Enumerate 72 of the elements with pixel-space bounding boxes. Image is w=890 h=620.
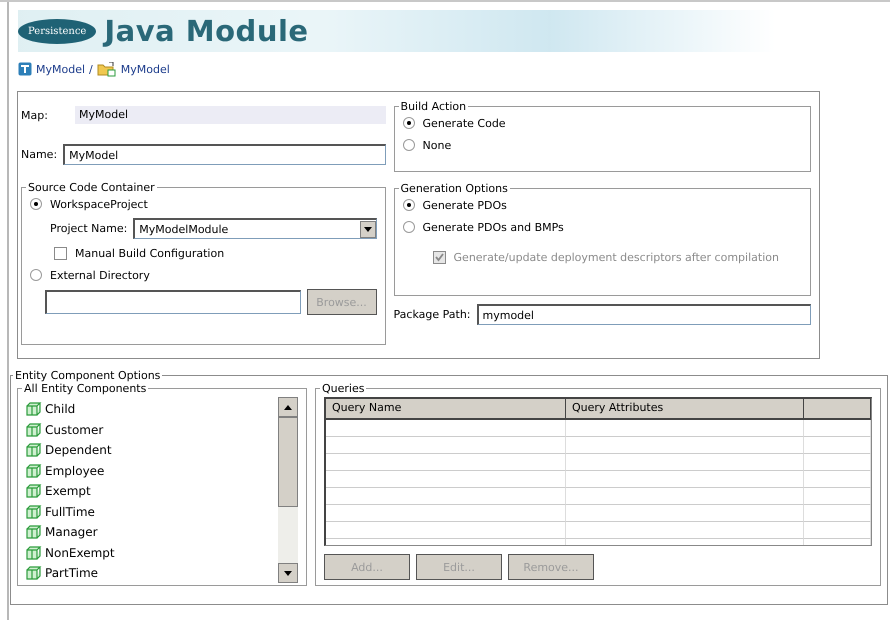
map-value: MyModel xyxy=(75,106,386,124)
field-label: Project Name: xyxy=(50,222,128,235)
scroll-down-button[interactable] xyxy=(278,563,298,583)
radio-button[interactable] xyxy=(402,199,415,211)
logo: Persistence xyxy=(18,18,96,44)
table-cell xyxy=(804,471,871,488)
model-icon xyxy=(18,62,32,76)
field-label: Map: xyxy=(21,108,49,122)
cube-icon xyxy=(26,546,42,560)
group-title: Build Action xyxy=(400,100,468,113)
cube-icon xyxy=(26,504,42,519)
column-header[interactable]: Query Attributes xyxy=(566,399,804,420)
entity-item[interactable]: Exempt xyxy=(45,484,91,498)
cube-icon xyxy=(26,484,42,498)
entity-item[interactable]: Manager xyxy=(45,525,98,540)
table-cell xyxy=(804,505,871,522)
table-cell xyxy=(804,437,871,454)
field-label: Package Path: xyxy=(394,308,470,321)
radio-option[interactable]: Generate Code xyxy=(402,115,802,131)
radio-option[interactable]: Generate PDOs and BMPs xyxy=(402,219,802,235)
cube-icon xyxy=(26,464,42,478)
table-cell xyxy=(804,522,871,539)
radio-button[interactable] xyxy=(30,198,42,210)
table-cell xyxy=(804,488,871,505)
radio-option[interactable]: WorkspaceProject xyxy=(30,196,377,212)
page-title: Java Module xyxy=(104,14,309,48)
radio-button[interactable] xyxy=(402,139,415,151)
entity-item[interactable]: Employee xyxy=(45,464,104,478)
group-title: Entity Component Options xyxy=(14,369,162,382)
breadcrumb-separator: / xyxy=(89,62,93,76)
project-name-dropdown[interactable]: MyModelModule xyxy=(133,218,377,239)
entity-item[interactable]: Child xyxy=(45,402,76,416)
column-header[interactable] xyxy=(804,399,871,420)
checkbox-option[interactable]: Manual Build Configuration xyxy=(54,245,377,261)
cube-icon xyxy=(26,566,42,580)
entity-item[interactable]: NonExempt xyxy=(45,546,115,560)
name-field[interactable]: MyModel xyxy=(63,144,386,165)
radio-option[interactable]: None xyxy=(402,137,802,153)
dropdown-arrow-button[interactable] xyxy=(360,220,376,238)
radio-option[interactable]: Generate PDOs xyxy=(402,197,802,213)
radio-option[interactable]: External Directory xyxy=(30,267,377,283)
column-header[interactable]: Query Name xyxy=(326,399,566,420)
cube-icon xyxy=(26,525,42,540)
cube-icon xyxy=(26,402,42,416)
scroll-up-button[interactable] xyxy=(278,397,298,417)
scroll-up-icon xyxy=(284,404,292,410)
entity-item[interactable]: Dependent xyxy=(45,443,112,458)
group-title: Queries xyxy=(321,382,366,395)
group-title: Source Code Container xyxy=(27,181,156,194)
breadcrumb-link[interactable]: MyModel xyxy=(36,62,86,76)
cube-icon xyxy=(26,422,42,437)
scroll-thumb[interactable] xyxy=(278,417,298,507)
field-label: Name: xyxy=(21,148,58,161)
entity-item[interactable]: Customer xyxy=(45,422,104,437)
group-title: Generation Options xyxy=(400,182,509,195)
cube-icon xyxy=(26,443,42,458)
folder-icon xyxy=(96,62,117,76)
scrollbar[interactable] xyxy=(278,397,298,583)
entity-item[interactable]: PartTime xyxy=(45,566,98,580)
radio-button[interactable] xyxy=(402,117,415,129)
group-title: All Entity Components xyxy=(23,382,148,395)
checkbox[interactable] xyxy=(54,246,67,260)
table-cell xyxy=(804,420,871,437)
radio-button[interactable] xyxy=(402,221,415,233)
scroll-down-icon xyxy=(284,570,292,576)
breadcrumb-link[interactable]: MyModel xyxy=(120,62,170,76)
radio-button[interactable] xyxy=(30,269,42,281)
scroll-down-icon xyxy=(364,226,372,232)
entity-item[interactable]: FullTime xyxy=(45,504,95,519)
package-path-field[interactable]: mymodel xyxy=(476,304,811,325)
table-cell xyxy=(804,454,871,471)
directory-field[interactable] xyxy=(45,290,301,314)
